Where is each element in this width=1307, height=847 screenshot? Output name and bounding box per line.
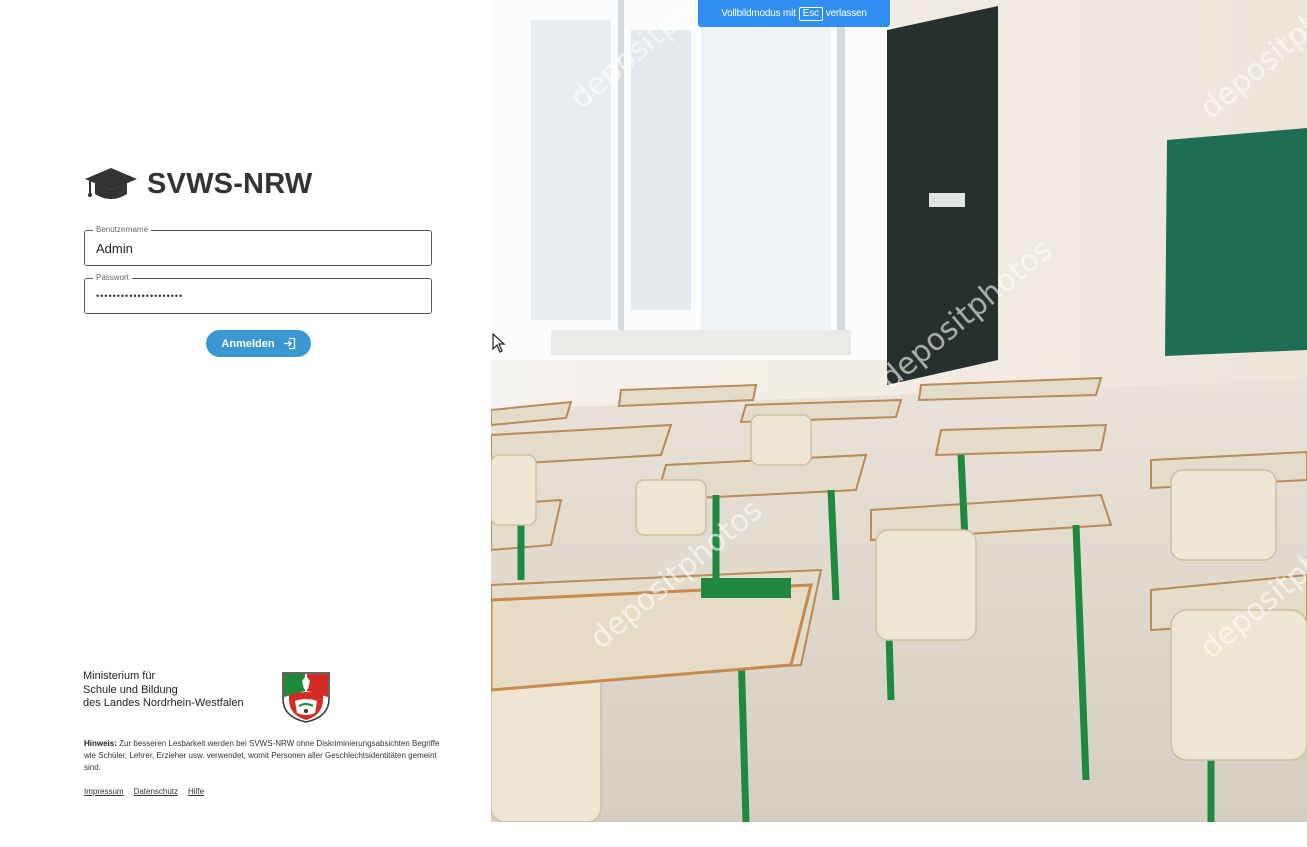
username-label: Benutzername (93, 225, 152, 235)
app-brand: SVWS-NRW (84, 164, 312, 204)
fullscreen-exit-banner: Vollbildmodus mit Esc verlassen (698, 0, 890, 27)
hilfe-link[interactable]: Hilfe (188, 787, 204, 796)
esc-key-badge: Esc (798, 6, 823, 21)
nrw-coat-of-arms-icon (282, 672, 330, 723)
banner-text-after: verlassen (825, 8, 867, 19)
login-arrow-icon (283, 337, 295, 350)
ministry-logo-text: Ministerium für Schule und Bildung des L… (83, 670, 244, 711)
notice-text: Zur besseren Lesbarkeit werden bei SVWS-… (84, 739, 440, 772)
footer-links: Impressum Datenschutz Hilfe (84, 787, 204, 796)
gender-notice: Hinweis: Zur besseren Lesbarkeit werden … (84, 738, 444, 774)
app-title: SVWS-NRW (147, 167, 313, 200)
login-button-label: Anmelden (221, 337, 275, 350)
classroom-background-image: depositphotos depositphotos depositphoto… (491, 0, 1307, 822)
password-value[interactable]: ••••••••••••••••••••• (96, 291, 183, 301)
classroom-photo: depositphotos depositphotos depositphoto… (491, 0, 1307, 822)
notice-label: Hinweis: (84, 739, 117, 748)
datenschutz-link[interactable]: Datenschutz (134, 787, 178, 796)
graduation-cap-icon (85, 168, 137, 199)
banner-text-before: Vollbildmodus mit (721, 8, 796, 19)
password-field[interactable]: Passwort ••••••••••••••••••••• (84, 273, 432, 314)
login-button[interactable]: Anmelden (206, 330, 311, 357)
password-label: Passwort (93, 273, 132, 283)
mouse-cursor-icon (492, 333, 506, 353)
ministry-line-1: Ministerium für (83, 670, 156, 682)
username-field[interactable]: Benutzername Admin (84, 225, 432, 266)
login-panel: SVWS-NRW Benutzername Admin Passwort •••… (0, 0, 491, 822)
ministry-line-3: des Landes Nordrhein-Westfalen (83, 697, 244, 709)
ministry-line-2: Schule und Bildung (83, 683, 178, 696)
impressum-link[interactable]: Impressum (84, 787, 124, 796)
username-value[interactable]: Admin (96, 241, 133, 256)
